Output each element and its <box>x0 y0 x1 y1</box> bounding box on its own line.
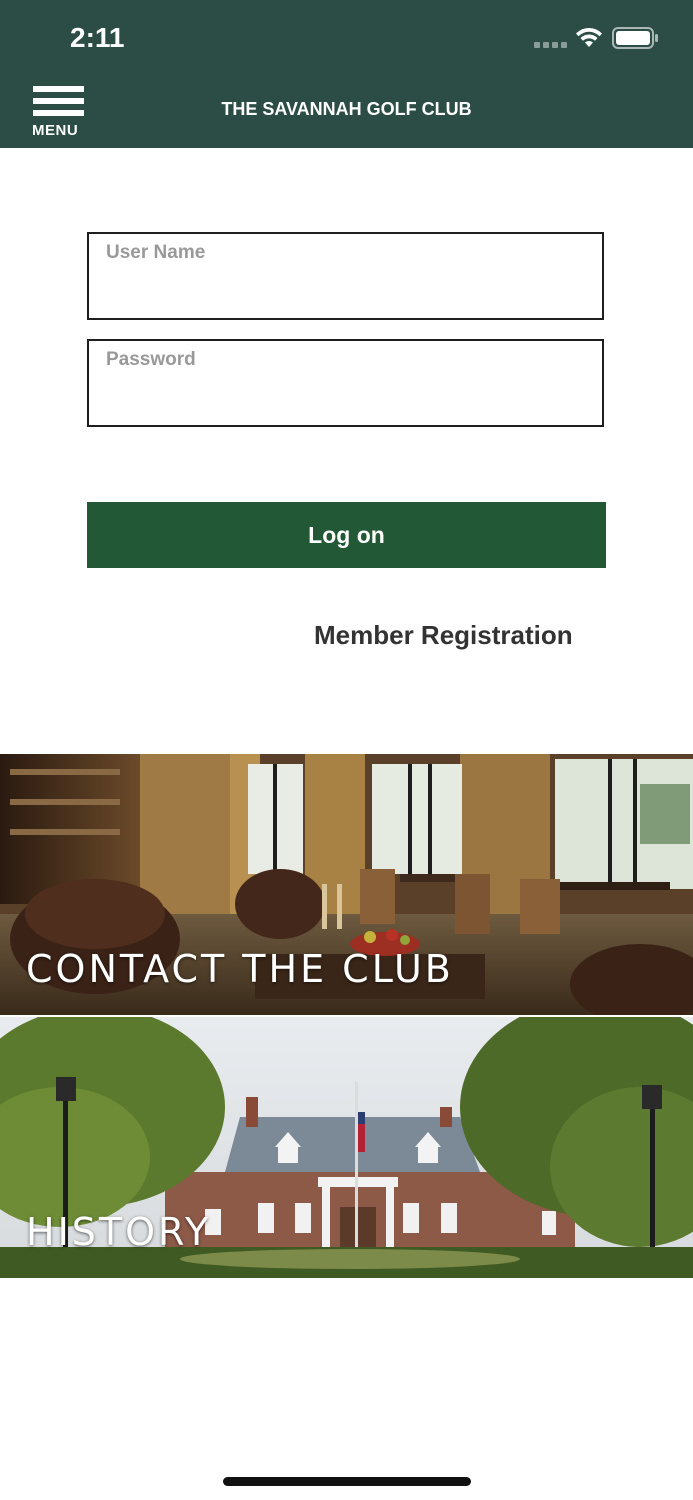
member-registration-link[interactable]: Member Registration <box>314 620 573 651</box>
hamburger-icon <box>33 86 84 92</box>
history-tile[interactable]: HISTORY <box>0 1017 693 1278</box>
app-title: THE SAVANNAH GOLF CLUB <box>221 99 472 119</box>
status-time: 2:11 <box>70 22 125 53</box>
wifi-icon <box>576 27 602 47</box>
app-header: 2:11 MENU THE SAVANNAH GOLF CLUB <box>0 0 693 148</box>
home-indicator[interactable] <box>223 1477 471 1486</box>
username-field[interactable]: User Name <box>87 232 604 320</box>
history-label: HISTORY <box>26 1210 212 1254</box>
battery-icon <box>612 27 658 49</box>
cellular-signal-icon <box>534 42 567 48</box>
log-on-button[interactable]: Log on <box>87 502 606 568</box>
password-input[interactable] <box>89 341 602 425</box>
contact-the-club-label: CONTACT THE CLUB <box>26 947 454 991</box>
password-field[interactable]: Password <box>87 339 604 427</box>
username-input[interactable] <box>89 234 602 318</box>
contact-the-club-tile[interactable]: CONTACT THE CLUB <box>0 754 693 1015</box>
menu-label: MENU <box>32 122 79 139</box>
